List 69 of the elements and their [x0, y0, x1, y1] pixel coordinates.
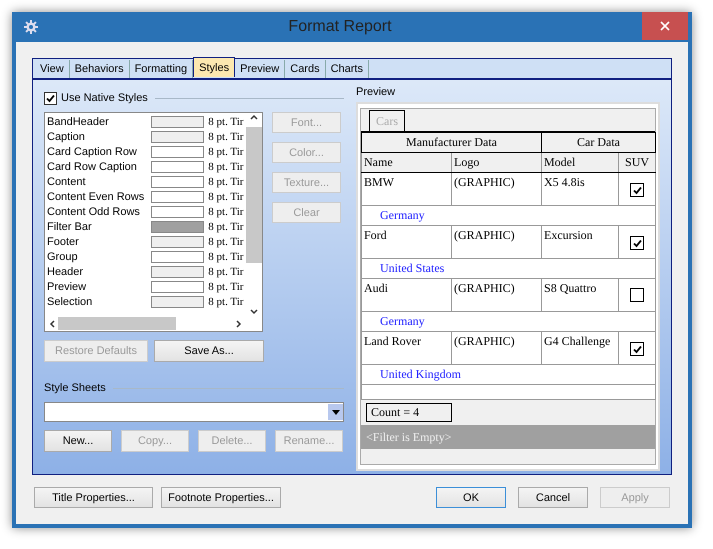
style-name[interactable]: Content Odd Rows	[45, 206, 151, 218]
style-name[interactable]: Filter Bar	[45, 220, 151, 232]
window-title: Format Report	[287, 18, 393, 36]
style-name[interactable]: Content Even Rows	[45, 190, 151, 202]
font-label: 8 pt. Tir	[208, 206, 244, 218]
tab[interactable]: Styles	[193, 57, 236, 77]
table-cell: G4 Challenge	[542, 332, 619, 364]
style-name[interactable]: Content	[45, 176, 151, 188]
list-button[interactable]: Save As...	[154, 340, 264, 362]
section-label: Preview	[356, 86, 396, 100]
font-label: 8 pt. Tir	[208, 220, 244, 232]
group-label: United States	[362, 258, 656, 278]
font-label: 8 pt. Tir	[208, 176, 244, 188]
style-name[interactable]: BandHeader	[45, 116, 151, 128]
group-label: Germany	[362, 206, 656, 226]
table-cell: S8 Quattro	[542, 278, 619, 312]
font-label: 8 pt. Tir	[208, 130, 244, 142]
footer-button[interactable]: Title Properties...	[34, 487, 153, 508]
style-name[interactable]: Card Row Caption	[45, 160, 151, 172]
column-header: Logo	[452, 152, 542, 172]
style-name[interactable]: Preview	[45, 280, 151, 292]
font-label: 8 pt. Tir	[208, 146, 244, 158]
style-name[interactable]: Group	[45, 250, 151, 262]
vertical-scrollbar[interactable]	[246, 113, 262, 316]
table-cell: Excursion	[542, 226, 619, 258]
font-label: 8 pt. Tir	[208, 266, 244, 278]
style-name[interactable]: Card Caption Row	[45, 146, 151, 158]
table-cell: X5 4.8is	[542, 172, 619, 206]
footer-button[interactable]: OK	[436, 487, 506, 508]
style-name[interactable]: Selection	[45, 296, 151, 308]
style-sheet-dropdown[interactable]	[44, 402, 344, 422]
group-label: Germany	[362, 312, 656, 332]
section-label: Style Sheets	[44, 382, 106, 394]
style-name[interactable]: Header	[45, 266, 151, 278]
font-label: 8 pt. Tir	[208, 160, 244, 172]
sheet-button[interactable]: New...	[44, 430, 112, 452]
style-name[interactable]: Caption	[45, 130, 151, 142]
table-cell: (GRAPHIC)	[452, 278, 542, 312]
caret-icon	[332, 410, 340, 414]
table-cell: (GRAPHIC)	[452, 226, 542, 258]
gear-icon	[24, 20, 38, 34]
table-cell: Land Rover	[362, 332, 452, 364]
column-group-header: Manufacturer Data	[362, 132, 542, 152]
close-button[interactable]	[642, 12, 688, 40]
style-name[interactable]: Footer	[45, 236, 151, 248]
table-cell: BMW	[362, 172, 452, 206]
filter-bar: <Filter is Empty>	[361, 425, 655, 449]
column-header: Model	[542, 152, 619, 172]
footer-button[interactable]: Cancel	[518, 487, 588, 508]
font-label: 8 pt. Tir	[208, 296, 244, 308]
group-label: United Kingdom	[362, 364, 656, 384]
footer-button[interactable]: Footnote Properties...	[161, 487, 281, 508]
font-label: 8 pt. Tir	[208, 280, 244, 292]
count-label: Count = 4	[366, 403, 452, 422]
table-cell: (GRAPHIC)	[452, 332, 542, 364]
font-label: 8 pt. Tir	[208, 190, 244, 202]
font-label: 8 pt. Tir	[208, 250, 244, 262]
table-cell: Audi	[362, 278, 452, 312]
close-icon	[660, 21, 670, 31]
column-group-header: Car Data	[542, 132, 656, 152]
style-list[interactable]	[44, 112, 263, 332]
checkbox[interactable]	[44, 92, 57, 104]
checkbox-label[interactable]: Use Native Styles	[61, 92, 148, 104]
font-label: 8 pt. Tir	[208, 116, 244, 128]
column-header: Name	[362, 152, 452, 172]
table-cell: (GRAPHIC)	[452, 172, 542, 206]
font-label: 8 pt. Tir	[208, 236, 244, 248]
table-cell: Ford	[362, 226, 452, 258]
column-header: SUV	[618, 152, 656, 172]
